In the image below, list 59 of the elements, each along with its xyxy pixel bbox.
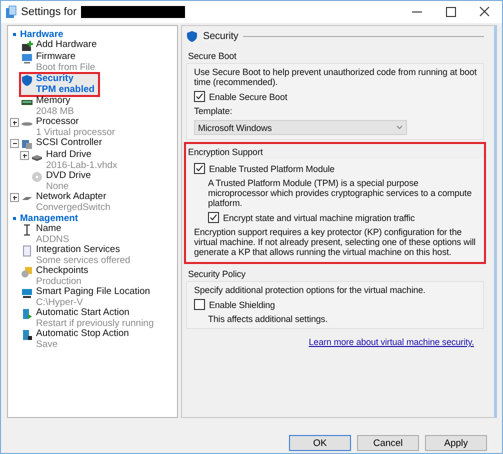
expand-toggle[interactable] — [10, 193, 19, 202]
disc-icon — [31, 171, 43, 183]
expand-toggle[interactable] — [10, 139, 19, 148]
expand-toggle[interactable] — [20, 151, 29, 160]
tree-item[interactable]: SCSI Controller — [21, 138, 105, 150]
shield-icon — [186, 30, 198, 42]
tree-item[interactable]: Name ADDNS — [21, 224, 72, 245]
description-text: A Trusted Platform Module (TPM) is a special purpose microprocessor which provides cryptographic services to a compute platform. — [207, 178, 473, 208]
text-cursor-icon — [21, 224, 33, 236]
checkbox[interactable] — [194, 91, 205, 102]
description-text: Use Secure Boot to help prevent unauthorized code from running at boot time (recommended). — [194, 67, 477, 87]
tree-item[interactable]: Integration Services Some services offered — [21, 245, 134, 266]
description-text: This affects additional settings. — [207, 314, 329, 324]
document-icon — [21, 245, 33, 257]
tree-item[interactable]: Checkpoints Production — [21, 266, 92, 287]
description-text: Encryption support requires a key protector (KP) configuration for the virtual machine. If not already present, selecting one of these options will generate a KP that allows running the virtual machine on this host. — [194, 227, 477, 257]
description-text: Specify additional protection options for the virtual machine. — [194, 285, 426, 295]
monitor-icon — [21, 52, 33, 64]
server-stop-icon — [21, 329, 33, 341]
tree-item[interactable]: Hard Drive 2016-Lab-1.vhdx — [31, 150, 120, 171]
tree-item[interactable]: Processor 1 Virtual processor — [21, 117, 118, 138]
tree-item[interactable]: Memory 2048 MB — [21, 96, 78, 117]
section-heading: Security — [203, 30, 238, 42]
section-header: Management — [20, 213, 78, 224]
clock-icon — [21, 266, 33, 278]
checkbox-label[interactable]: Enable Secure Boot — [209, 92, 288, 102]
app-icon — [5, 5, 17, 19]
tree-item[interactable]: Firmware Boot from File — [21, 52, 98, 73]
chip-icon — [21, 40, 33, 52]
template-dropdown[interactable]: Microsoft Windows — [194, 120, 407, 135]
tree-item[interactable]: Smart Paging File Location C:\Hyper-V — [21, 287, 154, 308]
field-label: Template: — [194, 106, 234, 116]
shield-icon — [21, 74, 33, 86]
checkbox[interactable] — [194, 299, 205, 310]
checkbox-label[interactable]: Encrypt state and virtual machine migration traffic — [223, 212, 415, 222]
help-link[interactable]: Learn more about virtual machine security. — [308, 337, 474, 347]
group-title: Security Policy — [188, 269, 247, 279]
group-title: Encryption Support — [188, 147, 264, 157]
section-header: Hardware — [20, 29, 64, 40]
server-play-icon — [21, 308, 33, 320]
checkbox[interactable] — [208, 212, 219, 223]
tree-item[interactable]: Automatic Stop Action Save — [21, 329, 132, 350]
tree-item[interactable]: DVD Drive None — [31, 171, 94, 192]
window-title: Settings for — [21, 6, 77, 18]
tree-item[interactable]: Automatic Start Action Restart if previously running — [21, 308, 157, 329]
tree-item[interactable]: Security TPM enabled — [21, 74, 98, 95]
group-title: Secure Boot — [188, 51, 238, 61]
expand-toggle[interactable] — [10, 118, 19, 127]
checkbox[interactable] — [194, 163, 205, 174]
checkbox-label[interactable]: Enable Shielding — [209, 300, 275, 310]
controller-icon — [21, 138, 33, 150]
tree-item[interactable]: Add Hardware — [21, 40, 100, 52]
dialog-button[interactable]: OK — [289, 435, 351, 451]
checkbox-label[interactable]: Enable Trusted Platform Module — [209, 164, 335, 174]
computer-icon — [21, 287, 33, 299]
tree-item[interactable]: Network Adapter ConvergedSwitch — [21, 192, 114, 213]
dialog-button[interactable]: Apply — [425, 435, 487, 451]
dialog-button[interactable]: Cancel — [357, 435, 419, 451]
caret-icon — [396, 125, 403, 130]
